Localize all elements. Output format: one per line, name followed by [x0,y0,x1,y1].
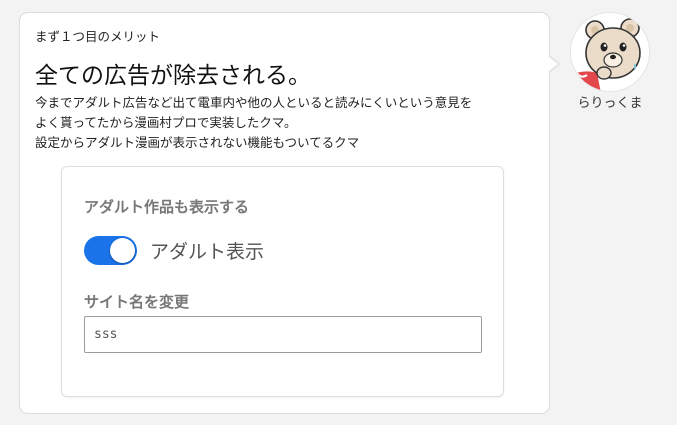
message-body-line: よく貰ってたから漫画村プロで実装したクマ。 [35,115,297,130]
toggle-knob [110,238,135,263]
message-eyebrow: まず１つ目のメリット [35,29,161,44]
site-name-section-label: サイト名を変更 [84,293,190,311]
adult-display-toggle-label[interactable]: アダルト表示 [150,237,264,264]
settings-card: アダルト作品も表示する アダルト表示 サイト名を変更 [61,166,504,397]
author-name: らりっくま [577,96,643,111]
message-body-line: 設定からアダルト漫画が表示されない機能もついてるクマ [35,135,360,150]
adult-display-toggle[interactable] [84,236,137,265]
bear-avatar-icon [570,12,650,92]
message-body-line: 今までアダルト広告など出て電車内や他の人といると読みにくいという意見を [35,95,473,110]
adult-section-label: アダルト作品も表示する [84,198,250,216]
message-headline: 全ての広告が除去される。 [35,63,311,89]
bubble-tail [548,56,558,72]
site-name-input[interactable] [84,316,482,353]
bear-avatar-drawing [571,13,649,91]
message-body: 今までアダルト広告など出て電車内や他の人といると読みにくいという意見を よく貰っ… [35,93,540,153]
